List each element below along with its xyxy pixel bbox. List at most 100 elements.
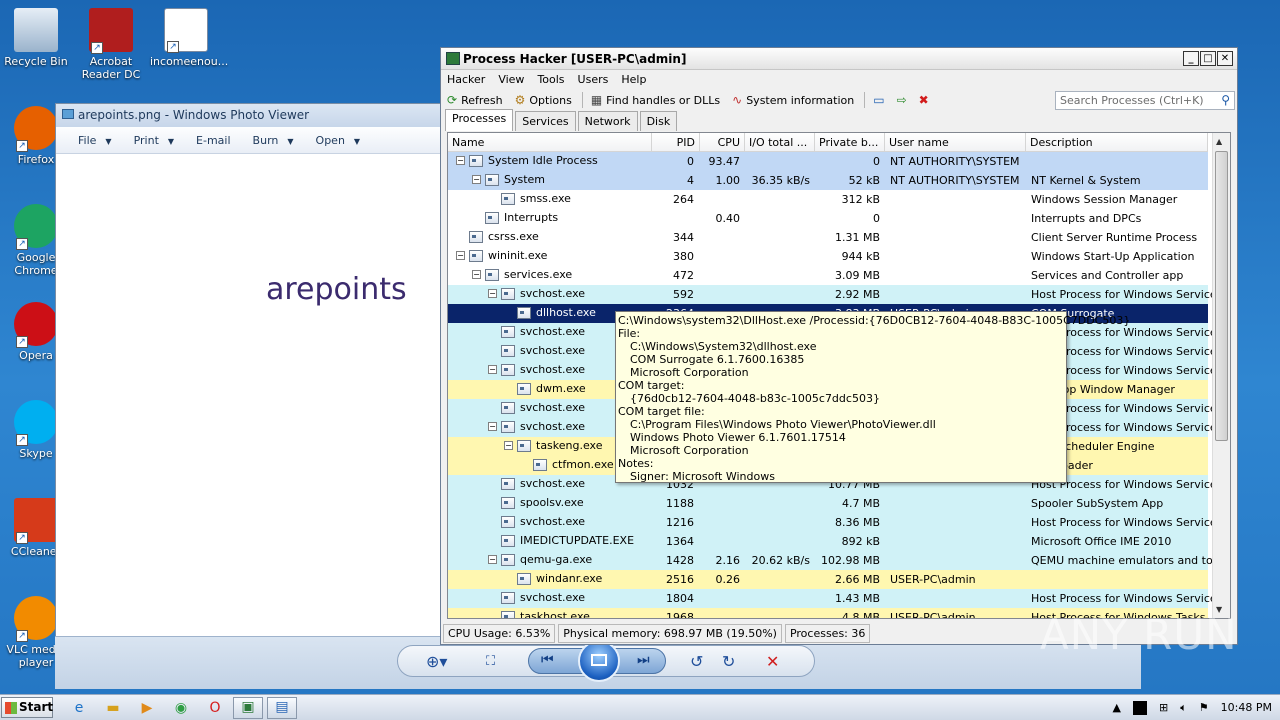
send-to-button[interactable]: ⇨ [897,93,911,107]
next-icon[interactable]: ⏭ [637,652,650,668]
process-pid: 1364 [666,535,694,548]
system-information-button[interactable]: ∿ System information [732,93,854,107]
menu-open[interactable]: Open ▼ [316,134,361,147]
rotate-left-icon[interactable]: ↺ [690,652,703,671]
tab-strip: Processes Services Network Disk [445,109,679,131]
tree-collapse-icon[interactable]: − [488,555,497,564]
column-cpu[interactable]: CPU [700,133,745,152]
tab-network[interactable]: Network [577,111,638,131]
process-private-bytes: 2.66 MB [834,573,880,586]
opera-taskbar-icon[interactable]: O [206,699,224,717]
zoom-icon[interactable]: ⊕▾ [426,652,447,671]
process-private-bytes: 4.7 MB [841,497,880,510]
desktop-icon-word-doc[interactable]: ↗ incomeenou... [150,8,228,68]
tree-collapse-icon[interactable]: − [472,175,481,184]
process-row[interactable]: spoolsv.exe 1188 4.7 MB Spooler SubSystem A… [448,494,1208,513]
volume-icon[interactable]: 🔈︎ [1180,701,1187,715]
column-io-total[interactable]: I/O total ... [745,133,815,152]
previous-icon[interactable]: ⏮ [541,652,554,668]
menu-users[interactable]: Users [578,73,609,86]
menu-email[interactable]: E-mail [196,134,231,147]
process-name: svchost.exe [488,591,585,604]
options-button[interactable]: ⚙ Options [515,93,572,107]
rotate-right-icon[interactable]: ↻ [722,652,735,671]
scroll-up-icon[interactable]: ▲ [1216,137,1222,146]
menu-tools[interactable]: Tools [537,73,564,86]
action-center-flag-icon[interactable]: ⚑ [1199,701,1209,714]
tree-collapse-icon[interactable]: − [456,251,465,260]
process-row[interactable]: csrss.exe 344 1.31 MB Client Server Runtime… [448,228,1208,247]
process-row[interactable]: svchost.exe 1804 1.43 MB Host Process for W… [448,589,1222,608]
search-icon[interactable]: ⚲ [1221,93,1230,107]
process-row[interactable]: − System 4 1.00 36.35 kB/s 52 kB NT AUTHORITY\… [448,171,1208,190]
process-icon [517,572,531,585]
tab-services[interactable]: Services [515,111,576,131]
internet-explorer-icon[interactable]: e [70,699,88,717]
column-name[interactable]: Name [448,133,652,152]
explorer-folder-icon[interactable]: ▬ [104,699,122,717]
clock[interactable]: 10:48 PM [1221,701,1272,714]
photo-viewer-window[interactable]: arepoints.png - Windows Photo Viewer Fil… [55,103,447,689]
menu-file[interactable]: File ▼ [78,134,112,147]
search-processes-input[interactable]: Search Processes (Ctrl+K) ⚲ [1055,91,1235,110]
process-row[interactable]: svchost.exe 1216 8.36 MB Host Process for W… [448,513,1222,532]
photo-viewer-titlebar[interactable]: arepoints.png - Windows Photo Viewer [56,104,446,127]
process-row[interactable]: − services.exe 472 3.09 MB Services and Cont… [448,266,1208,285]
column-private-bytes[interactable]: Private b... [815,133,885,152]
process-row[interactable]: − System Idle Process 0 93.47 0 NT AUTHORITY\… [448,152,1208,171]
desktop-icon-recycle-bin[interactable]: Recycle Bin [0,8,72,68]
process-row[interactable]: − svchost.exe 592 2.92 MB Host Process for W… [448,285,1222,304]
desktop-icon-label: Recycle Bin [4,55,68,68]
show-hidden-icons[interactable]: ▲ [1113,701,1121,714]
scrollbar-thumb[interactable] [1215,151,1228,441]
process-icon [501,420,515,433]
column-pid[interactable]: PID [652,133,700,152]
column-description[interactable]: Description [1026,133,1208,152]
process-name: − svchost.exe [488,363,585,376]
menu-view[interactable]: View [498,73,524,86]
process-row[interactable]: − qemu-ga.exe 1428 2.16 20.62 kB/s 102.98 MB Q… [448,551,1228,570]
media-player-icon[interactable]: ▶ [138,699,156,717]
network-tray-icon[interactable]: ⊞ [1159,701,1168,714]
terminate-button[interactable]: ✖ [919,93,933,107]
shortcut-arrow-icon: ↗ [167,41,179,53]
maximize-button[interactable]: □ [1200,51,1216,66]
refresh-button[interactable]: ⟳ Refresh [447,93,503,107]
process-row[interactable]: Interrupts 0.40 0 Interrupts and DPCs [448,209,1208,228]
menu-hacker[interactable]: Hacker [447,73,485,86]
process-hacker-titlebar[interactable]: Process Hacker [USER-PC\admin] _ □ ✕ [441,48,1237,70]
menu-help[interactable]: Help [621,73,646,86]
window-button[interactable]: ▭ [873,93,888,107]
find-handles-button[interactable]: ▦ Find handles or DLLs [591,93,720,107]
actual-size-icon[interactable]: ⛶ [486,654,495,669]
opera-icon: ↗ [14,302,58,348]
process-hacker-taskbar-button[interactable]: ▣ [233,697,263,719]
slideshow-button[interactable] [578,640,620,682]
menu-print[interactable]: Print ▼ [134,134,174,147]
process-row[interactable]: smss.exe 264 312 kB Windows Session Manager [448,190,1208,209]
process-row[interactable]: − wininit.exe 380 944 kB Windows Start-Up Ap… [448,247,1208,266]
column-user-name[interactable]: User name [885,133,1026,152]
minimize-button[interactable]: _ [1183,51,1199,66]
tab-processes[interactable]: Processes [445,109,514,131]
tree-collapse-icon[interactable]: − [488,422,497,431]
chrome-taskbar-icon[interactable]: ◉ [172,699,190,717]
process-icon [517,382,531,395]
tree-collapse-icon[interactable]: − [488,365,497,374]
delete-icon[interactable]: ✕ [766,652,779,671]
tree-collapse-icon[interactable]: − [488,289,497,298]
tree-collapse-icon[interactable]: − [472,270,481,279]
tree-collapse-icon[interactable]: − [504,441,513,450]
process-name: − System Idle Process [456,154,598,167]
vertical-scrollbar[interactable]: ▲ ▼ [1212,133,1230,618]
close-button[interactable]: ✕ [1217,51,1233,66]
cmd-tray-icon[interactable] [1132,700,1147,715]
start-button[interactable]: Start [1,697,53,718]
photo-viewer-taskbar-button[interactable]: ▤ [267,697,297,719]
process-row[interactable]: IMEDICTUPDATE.EXE 1364 892 kB Microsoft Off… [448,532,1208,551]
desktop-icon-acrobat[interactable]: ↗ Acrobat Reader DC [75,8,147,81]
menu-burn[interactable]: Burn ▼ [253,134,294,147]
tree-collapse-icon[interactable]: − [456,156,465,165]
tab-disk[interactable]: Disk [639,111,678,131]
process-row[interactable]: windanr.exe 2516 0.26 2.66 MB USER-PC\admin [448,570,1208,589]
